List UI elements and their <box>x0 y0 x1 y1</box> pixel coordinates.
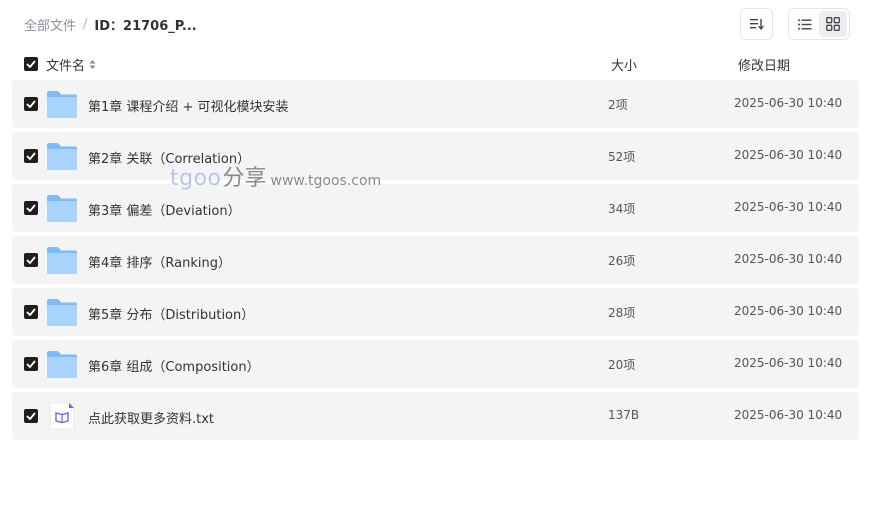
check-icon <box>26 308 36 316</box>
file-size: 2项 <box>608 98 628 112</box>
file-name[interactable]: 第1章 课程介绍 + 可视化模块安装 <box>88 96 289 115</box>
row-checkbox[interactable] <box>24 149 38 163</box>
breadcrumb-separator: / <box>83 17 88 32</box>
file-size: 20项 <box>608 358 636 372</box>
table-row[interactable]: 第6章 组成（Composition） 20项 2025-06-30 10:40 <box>12 340 859 388</box>
folder-icon <box>47 194 77 222</box>
row-checkbox[interactable] <box>24 97 38 111</box>
folder-icon <box>47 350 77 378</box>
breadcrumb: 全部文件 / ID：21706_P... <box>24 15 197 34</box>
top-bar: 全部文件 / ID：21706_P... <box>0 0 874 48</box>
column-header-name-label: 文件名 <box>46 59 86 74</box>
check-icon <box>26 100 36 108</box>
file-date: 2025-06-30 10:40 <box>734 252 843 266</box>
file-list: 第1章 课程介绍 + 可视化模块安装 2项 2025-06-30 10:40 第… <box>12 80 859 444</box>
list-view-icon <box>798 18 812 30</box>
row-checkbox[interactable] <box>24 253 38 267</box>
file-size: 26项 <box>608 254 636 268</box>
table-row[interactable]: 第2章 关联（Correlation） 52项 2025-06-30 10:40 <box>12 132 859 180</box>
sort-icon <box>749 19 764 30</box>
folder-icon <box>47 142 77 170</box>
table-row[interactable]: 第1章 课程介绍 + 可视化模块安装 2项 2025-06-30 10:40 <box>12 80 859 128</box>
file-name[interactable]: 第5章 分布（Distribution） <box>88 304 254 323</box>
column-header-size[interactable]: 大小 <box>611 55 637 74</box>
file-size: 52项 <box>608 150 636 164</box>
select-all-checkbox[interactable] <box>24 57 38 71</box>
check-icon <box>26 152 36 160</box>
file-date: 2025-06-30 10:40 <box>734 96 843 110</box>
list-view-button[interactable] <box>791 11 819 37</box>
sort-arrows-icon <box>89 59 96 70</box>
folder-icon <box>47 298 77 326</box>
file-name[interactable]: 第4章 排序（Ranking） <box>88 252 231 271</box>
table-row[interactable]: 第4章 排序（Ranking） 26项 2025-06-30 10:40 <box>12 236 859 284</box>
row-checkbox[interactable] <box>24 357 38 371</box>
check-icon <box>26 204 36 212</box>
file-name[interactable]: 第6章 组成（Composition） <box>88 356 260 375</box>
check-icon <box>26 412 36 420</box>
row-checkbox[interactable] <box>24 305 38 319</box>
breadcrumb-current: ID：21706_P... <box>94 19 197 34</box>
view-toggle <box>788 8 850 40</box>
check-icon <box>26 256 36 264</box>
file-name[interactable]: 第3章 偏差（Deviation） <box>88 200 241 219</box>
table-header: 文件名 大小 修改日期 <box>12 52 859 76</box>
table-row[interactable]: 点此获取更多资料.txt 137B 2025-06-30 10:40 <box>12 392 859 440</box>
file-date: 2025-06-30 10:40 <box>734 200 843 214</box>
text-file-icon <box>47 402 77 430</box>
file-name[interactable]: 第2章 关联（Correlation） <box>88 148 250 167</box>
file-date: 2025-06-30 10:40 <box>734 304 843 318</box>
column-header-name[interactable]: 文件名 <box>46 55 96 74</box>
sort-button[interactable] <box>740 8 773 40</box>
column-header-date[interactable]: 修改日期 <box>738 55 790 74</box>
grid-view-button[interactable] <box>819 11 847 37</box>
file-date: 2025-06-30 10:40 <box>734 148 843 162</box>
file-size: 137B <box>608 408 640 422</box>
file-size: 28项 <box>608 306 636 320</box>
folder-icon <box>47 90 77 118</box>
file-size: 34项 <box>608 202 636 216</box>
grid-view-icon <box>826 17 840 31</box>
table-row[interactable]: 第5章 分布（Distribution） 28项 2025-06-30 10:4… <box>12 288 859 336</box>
file-date: 2025-06-30 10:40 <box>734 356 843 370</box>
breadcrumb-root[interactable]: 全部文件 <box>24 15 76 34</box>
check-icon <box>26 360 36 368</box>
folder-icon <box>47 246 77 274</box>
check-icon <box>26 60 36 68</box>
row-checkbox[interactable] <box>24 201 38 215</box>
file-name[interactable]: 点此获取更多资料.txt <box>88 408 214 427</box>
table-row[interactable]: 第3章 偏差（Deviation） 34项 2025-06-30 10:40 <box>12 184 859 232</box>
row-checkbox[interactable] <box>24 409 38 423</box>
file-date: 2025-06-30 10:40 <box>734 408 843 422</box>
